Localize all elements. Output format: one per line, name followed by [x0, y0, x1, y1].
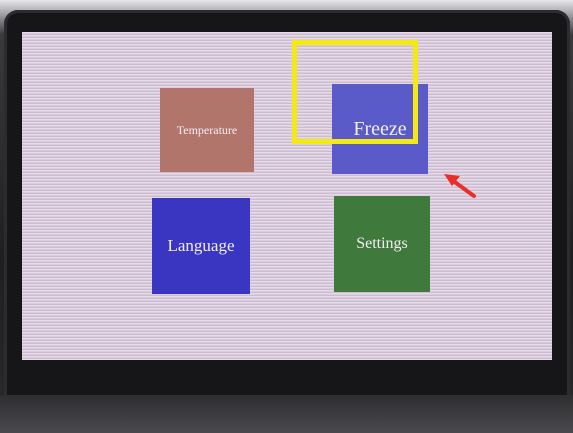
temperature-label: Temperature	[176, 122, 238, 137]
language-button[interactable]: Language	[152, 198, 250, 294]
device-base	[0, 395, 573, 433]
settings-label: Settings	[356, 235, 408, 252]
temperature-button[interactable]: Temperature	[160, 88, 254, 172]
settings-button[interactable]: Settings	[334, 196, 430, 292]
freeze-highlight-box	[292, 40, 418, 144]
arrow-pointer-icon	[444, 174, 476, 198]
language-label: Language	[167, 236, 235, 255]
